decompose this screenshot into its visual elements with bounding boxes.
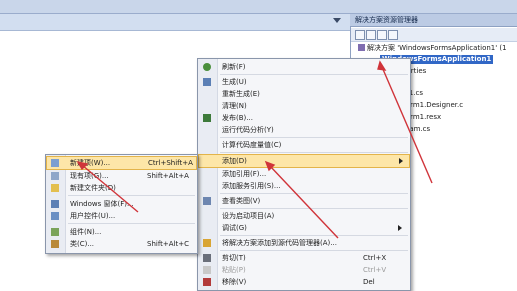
arrowhead-icon <box>377 60 387 71</box>
annotation-arrows <box>76 60 433 239</box>
annotation-arrow-new-item <box>81 164 139 213</box>
annotation-arrow-add <box>269 165 339 239</box>
annotation-arrow-project <box>381 66 433 184</box>
